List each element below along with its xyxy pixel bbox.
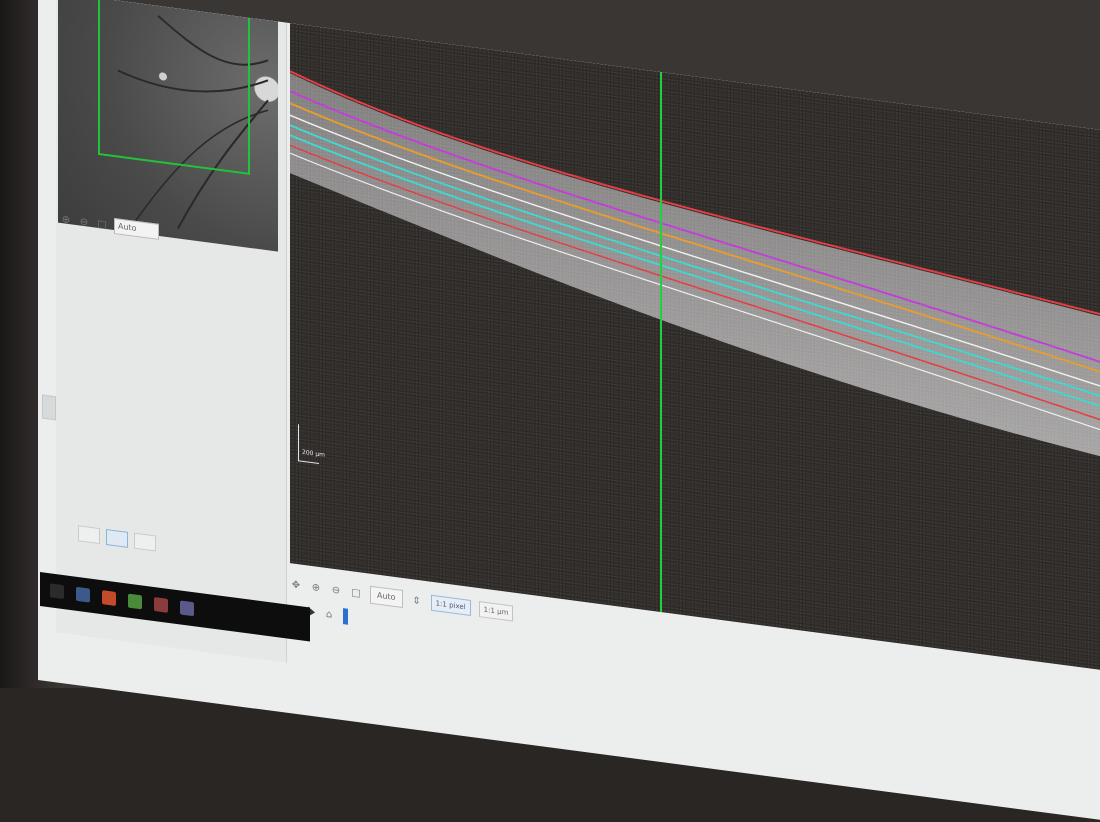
scale-bar bbox=[298, 424, 319, 464]
pan-icon[interactable]: ✥ bbox=[290, 578, 302, 592]
fit-icon[interactable]: □ bbox=[96, 218, 108, 232]
screen: ⊕ ⊖ □ Auto 200 µm ✥ ⊕ ⊖ □ Auto ⇕ 1:1 pix… bbox=[38, 0, 1100, 822]
start-icon[interactable] bbox=[50, 583, 64, 600]
oct-bscan-viewer[interactable]: 200 µm bbox=[290, 23, 1100, 674]
view-button-2[interactable] bbox=[106, 528, 128, 548]
fit-icon[interactable]: □ bbox=[350, 586, 362, 600]
app3-icon[interactable] bbox=[180, 600, 194, 617]
speckle-noise bbox=[290, 23, 1100, 674]
browser-icon[interactable] bbox=[102, 590, 116, 607]
slider-thumb[interactable] bbox=[343, 608, 348, 625]
scan-position-cursor[interactable] bbox=[660, 71, 662, 613]
viewer-zoom-select[interactable]: Auto bbox=[370, 585, 403, 608]
bookmark-icon[interactable]: ⌂ bbox=[323, 608, 335, 622]
side-collapse-tab[interactable] bbox=[42, 394, 56, 421]
app-icon[interactable] bbox=[128, 593, 142, 610]
explorer-icon[interactable] bbox=[76, 586, 90, 603]
app2-icon[interactable] bbox=[154, 597, 168, 613]
zoom-out-icon[interactable]: ⊖ bbox=[330, 583, 342, 597]
pixel-ratio-button[interactable]: 1:1 pixel bbox=[430, 594, 471, 616]
zoom-in-icon[interactable]: ⊕ bbox=[310, 581, 322, 595]
view-button-3[interactable] bbox=[134, 532, 156, 552]
playback-controls: ⌂ bbox=[308, 604, 348, 625]
view-button-1[interactable] bbox=[78, 525, 100, 545]
zoom-in-icon[interactable]: ⊕ bbox=[60, 213, 72, 227]
zoom-out-icon[interactable]: ⊖ bbox=[78, 215, 90, 229]
scan-area-box[interactable] bbox=[98, 0, 250, 175]
micron-ratio-button[interactable]: 1:1 µm bbox=[478, 601, 514, 622]
fundus-image[interactable] bbox=[58, 0, 278, 252]
aspect-icon[interactable]: ⇕ bbox=[411, 594, 423, 608]
